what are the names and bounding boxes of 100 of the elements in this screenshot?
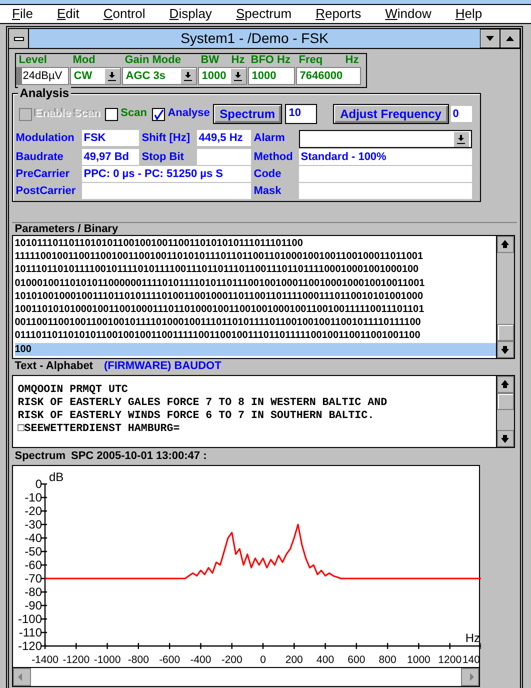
binary-row[interactable]: 111110010011001100100110010011010101110110110011010001001001100100011011001	[14, 250, 496, 264]
y-tick-label: -50	[24, 544, 42, 558]
menu-item[interactable]: Display	[169, 5, 212, 23]
dropdown-arrow-icon[interactable]	[453, 131, 470, 147]
setting-dropdown[interactable]: 1000	[198, 67, 247, 85]
menu-item[interactable]: Help	[455, 5, 482, 23]
minimize-button[interactable]	[480, 29, 500, 48]
setting-field[interactable]: 7646000	[296, 67, 361, 85]
menu-item[interactable]: Control	[103, 5, 146, 23]
x-tick-label: 0	[260, 654, 266, 666]
field-label: Baudrate	[16, 150, 64, 165]
x-tick-label: 1000	[406, 654, 430, 666]
y-tick-label: -30	[24, 518, 42, 532]
x-tick-label: 200	[285, 654, 303, 666]
scrollbar-thumb[interactable]	[497, 393, 514, 410]
field-label: Stop Bit	[142, 150, 185, 165]
field-label: Method	[254, 150, 294, 165]
dropdown-arrow-icon[interactable]	[230, 68, 246, 84]
binary-row[interactable]: 011101101101010110010010011001111100110010011101101111100100110011001001100	[14, 329, 496, 342]
field-label: Alarm	[254, 131, 286, 146]
alphabet-label: (FIRMWARE) BAUDOT	[104, 360, 222, 373]
value-field[interactable]: PPC: 0 µs - PC: 51250 µs S	[82, 166, 251, 182]
value-field[interactable]	[298, 183, 472, 199]
adjust-frequency-button[interactable]: Adjust Frequency	[332, 104, 449, 124]
x-tick-label: 600	[347, 654, 365, 666]
scrollbar-thumb[interactable]	[497, 324, 514, 341]
y-tick-label: -100	[18, 612, 42, 626]
binary-row[interactable]: 100	[14, 342, 496, 356]
horizontal-scrollbar[interactable]	[12, 668, 480, 687]
unit-label: Hz	[231, 54, 245, 67]
field-label: Modulation	[16, 131, 76, 146]
field-label: PreCarrier	[16, 167, 71, 182]
value-field[interactable]: Standard - 100%	[298, 149, 472, 165]
y-tick-label: -60	[24, 558, 42, 572]
text-line: RISK OF EASTERLY GALES FORCE 7 TO 8 IN WESTERN BALTIC AND	[18, 397, 388, 410]
checkbox-label: Scan	[120, 107, 147, 121]
setting-field[interactable]: 1000	[248, 67, 295, 85]
y-tick-label: -40	[24, 531, 42, 545]
menu-item[interactable]: Window	[385, 5, 432, 23]
spectrum-button[interactable]: Spectrum	[212, 104, 282, 124]
x-tick-label: -1400	[31, 654, 58, 666]
checkbox[interactable]	[104, 108, 118, 120]
value-field[interactable]: 449,5 Hz	[196, 130, 251, 146]
y-tick-label: -80	[24, 585, 42, 599]
system-menu-button[interactable]	[9, 29, 29, 48]
value-field[interactable]	[196, 149, 251, 165]
binary-row[interactable]: 101110110101111001011110101111001110110111011001110110111100010001001000100	[14, 263, 496, 277]
value-field[interactable]	[298, 166, 472, 182]
field-label: Code	[254, 167, 282, 182]
binary-row[interactable]: 001100110010011001001011110100010011101101011110110010010011001011110111100	[14, 316, 496, 330]
timestamp-label: SPC 2005-10-01 13:00:47 :	[71, 450, 207, 463]
y-axis-title: dB	[48, 470, 64, 484]
value-field[interactable]: FSK	[82, 130, 139, 146]
y-tick-label: -90	[24, 598, 42, 612]
setting-label: BW	[200, 54, 220, 67]
value-field[interactable]: 49,97 Bd	[82, 149, 139, 165]
level-control[interactable]: 24dBµV	[16, 67, 69, 85]
menu-item[interactable]: File	[12, 5, 33, 23]
value-field[interactable]	[82, 183, 251, 199]
setting-label: Mod	[72, 54, 96, 67]
section-title: Text - Alphabet	[14, 360, 93, 373]
vertical-scrollbar[interactable]	[496, 376, 514, 447]
binary-row[interactable]: 100110101010001001100100011101101000100110010010001001100100111110011101101	[14, 302, 496, 316]
x-tick-label: -400	[190, 654, 211, 666]
dropdown-arrow-icon[interactable]	[104, 68, 120, 84]
setting-label: BFO Hz	[250, 54, 290, 67]
setting-dropdown[interactable]: CW	[70, 67, 121, 85]
section-title: Parameters / Binary	[14, 223, 118, 235]
checkbox-label: Enable Scan	[34, 107, 100, 121]
setting-dropdown[interactable]: AGC 3s	[122, 67, 197, 85]
dropdown-arrow-icon[interactable]	[180, 68, 196, 84]
field-label: PostCarrier	[16, 184, 77, 199]
section-title: Spectrum	[14, 450, 66, 463]
x-tick-label: -800	[128, 654, 149, 666]
x-tick-label: 400	[316, 654, 334, 666]
field-label: Mask	[254, 184, 282, 199]
menu-item[interactable]: Reports	[316, 5, 362, 23]
x-tick-label: -600	[158, 654, 180, 666]
vertical-scrollbar[interactable]	[496, 236, 514, 358]
frequency-offset-field[interactable]: 0	[450, 106, 472, 122]
x-tick-label: 140	[462, 654, 480, 666]
x-tick-label: 800	[378, 654, 396, 666]
y-tick-label: -110	[18, 626, 42, 640]
checkbox[interactable]	[152, 108, 165, 120]
binary-row[interactable]: 101010010001001110110101111010011001000110110011011110001110110010101001000	[14, 290, 496, 303]
setting-label: Level	[18, 54, 47, 67]
binary-row[interactable]: 010001001101010110000001111010111101011011100100100011001000100010010011001	[14, 276, 496, 290]
menu-item[interactable]: Edit	[56, 5, 80, 23]
y-tick-label: -10	[24, 490, 42, 504]
text-line: RISK OF EASTERLY WINDS FORCE 6 TO 7 IN SOUTHERN BALTIC.	[18, 410, 376, 423]
maximize-button[interactable]	[500, 29, 520, 48]
x-tick-label: -1000	[94, 654, 120, 666]
x-tick-label: 1200	[438, 654, 462, 666]
menu-item[interactable]: Spectrum	[236, 5, 292, 23]
field-label: Shift [Hz]	[142, 131, 192, 146]
alarm-dropdown[interactable]	[298, 130, 472, 148]
y-tick-label: -20	[24, 504, 42, 518]
binary-row[interactable]: 10101110110110101011001001001100110101010111011101100	[14, 237, 496, 250]
spectrum-count-field[interactable]: 10	[284, 104, 317, 124]
setting-label: Gain Mode	[124, 54, 181, 67]
